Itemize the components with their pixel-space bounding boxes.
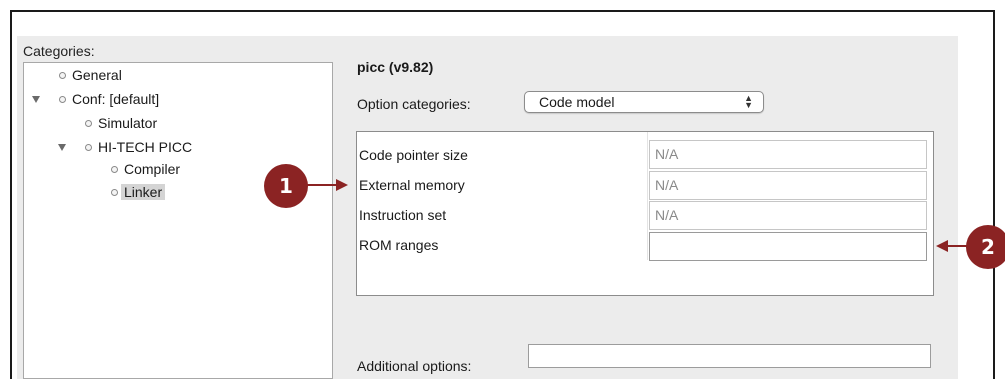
expand-triangle-icon[interactable]: [58, 144, 66, 151]
row-label-code-pointer-size: Code pointer size: [359, 147, 468, 163]
categories-label: Categories:: [23, 43, 95, 59]
rom-ranges-field[interactable]: [649, 232, 927, 261]
tree-node-icon: [85, 143, 92, 151]
callout-badge-2: 2: [966, 225, 1005, 269]
page-title: picc (v9.82): [357, 59, 434, 75]
tree-node-icon: [59, 95, 66, 103]
tree-item-linker[interactable]: Linker: [111, 184, 166, 200]
tree-item-conf-default[interactable]: Conf: [default]: [59, 91, 159, 107]
row-label-external-memory: External memory: [359, 177, 465, 193]
tree-node-icon: [111, 165, 118, 173]
categories-tree[interactable]: [23, 62, 333, 379]
arrow-left-icon: [936, 240, 948, 252]
instruction-set-field[interactable]: N/A: [649, 201, 927, 230]
tree-node-icon: [111, 188, 118, 196]
up-down-arrows-icon: ▲ ▼: [744, 93, 753, 110]
code-pointer-size-field[interactable]: N/A: [649, 140, 927, 169]
external-memory-field[interactable]: N/A: [649, 171, 927, 200]
tree-node-icon: [59, 71, 66, 79]
tree-item-simulator[interactable]: Simulator: [85, 115, 157, 131]
row-label-rom-ranges: ROM ranges: [359, 237, 439, 253]
expand-triangle-icon[interactable]: [32, 96, 40, 103]
tree-item-general[interactable]: General: [59, 67, 122, 83]
callout-arrow-1: [305, 184, 338, 186]
additional-options-label: Additional options:: [357, 358, 472, 374]
option-categories-select[interactable]: Code model ▲ ▼: [524, 91, 764, 113]
additional-options-input[interactable]: [528, 344, 931, 368]
callout-arrow-2: [947, 245, 969, 247]
tree-item-hi-tech-picc[interactable]: HI-TECH PICC: [85, 139, 192, 155]
row-label-instruction-set: Instruction set: [359, 207, 447, 223]
column-divider: [647, 132, 648, 260]
callout-badge-1: 1: [264, 164, 308, 208]
arrow-right-icon: [336, 179, 348, 191]
tree-item-compiler[interactable]: Compiler: [111, 161, 180, 177]
tree-node-icon: [85, 119, 92, 127]
option-categories-label: Option categories:: [357, 96, 471, 112]
